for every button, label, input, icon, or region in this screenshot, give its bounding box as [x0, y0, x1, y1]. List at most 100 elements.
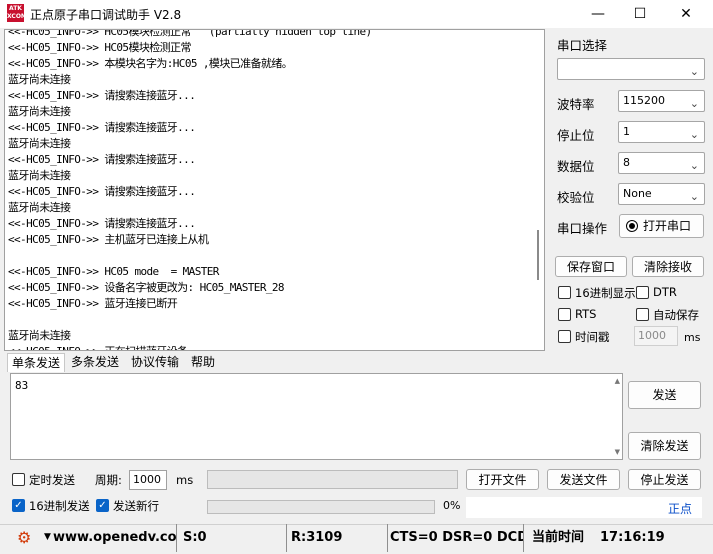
brand-link-area: 正点	[466, 497, 702, 518]
scroll-down-icon[interactable]: ▼	[615, 448, 620, 456]
window-title: 正点原子串口调试助手 V2.8	[30, 8, 182, 22]
current-time-value: 17:16:19	[600, 530, 665, 545]
rts-label: RTS	[575, 307, 597, 321]
maximize-button[interactable]: ☐	[617, 0, 663, 28]
app-logo: ATK XCOM	[7, 4, 27, 22]
logo-text-top: ATK	[9, 5, 22, 12]
chevron-down-icon: ⌄	[689, 190, 699, 203]
gear-dropdown-icon[interactable]: ▼	[44, 532, 51, 542]
log-line: <<-HC05_INFO->> 主机蓝牙已连接上从机	[8, 233, 209, 246]
maximize-icon: ☐	[633, 6, 647, 22]
parity-label: 校验位	[557, 190, 595, 205]
log-line: <<-HC05_INFO->> 请搜索连接蓝牙...	[8, 89, 196, 102]
log-line: <<-HC05_INFO->> HC05模块检测正常	[8, 41, 191, 54]
auto-save-checkbox[interactable]	[636, 308, 649, 321]
period-unit: ms	[176, 473, 194, 487]
current-time-label: 当前时间	[532, 530, 585, 545]
brand-link[interactable]: 正点	[668, 500, 692, 517]
log-line: <<-HC05_INFO->> 设备名字被更改为: HC05_MASTER_28	[8, 281, 285, 294]
received-count: R:3109	[287, 524, 388, 552]
send-newline-checkbox[interactable]: ✓	[96, 499, 109, 512]
minimize-button[interactable]: —	[575, 0, 621, 28]
send-newline-label: 发送新行	[113, 499, 159, 513]
timestamp-ms-input[interactable]: 1000	[634, 326, 678, 346]
timed-send-label: 定时发送	[29, 473, 75, 487]
rts-checkbox[interactable]	[558, 308, 571, 321]
log-line: <<-HC05_INFO->> 本模块名字为:HC05 ,模块已准备就绪。	[8, 57, 293, 70]
period-input[interactable]: 1000	[129, 470, 167, 490]
close-button[interactable]: ✕	[663, 0, 709, 28]
parity-select[interactable]: None ⌄	[618, 183, 705, 205]
send-progress-percent: 0%	[443, 499, 461, 512]
log-line: 蓝牙尚未连接	[8, 137, 71, 150]
parity-value: None	[623, 187, 652, 200]
dtr-label: DTR	[653, 285, 677, 299]
tab-multi-send[interactable]: 多条发送	[67, 353, 123, 372]
receive-log-lines: <<-HC05_INFO->> HC05模块检测正常 (partially hi…	[8, 29, 538, 350]
hex-send-label: 16进制发送	[29, 499, 90, 513]
send-file-button[interactable]: 发送文件	[547, 469, 620, 490]
log-line: <<-HC05_INFO->> HC05 mode = MASTER	[8, 265, 219, 278]
hex-send-checkbox[interactable]: ✓	[12, 499, 25, 512]
open-port-button[interactable]: 打开串口	[619, 214, 704, 238]
timed-send-checkbox[interactable]	[12, 473, 25, 486]
send-progress-bar	[207, 500, 435, 514]
receive-log-scrollbar[interactable]	[537, 230, 539, 280]
data-bits-select[interactable]: 8 ⌄	[618, 152, 705, 174]
log-line: <<-HC05_INFO->> HC05模块检测正常 (partially hi…	[8, 29, 372, 38]
clear-send-button[interactable]: 清除发送	[628, 432, 701, 460]
tab-protocol[interactable]: 协议传输	[127, 353, 183, 372]
open-file-button[interactable]: 打开文件	[466, 469, 539, 490]
timestamp-ms-unit: ms	[684, 331, 701, 344]
log-line: <<-HC05_INFO->> 请搜索连接蓝牙...	[8, 217, 196, 230]
clear-receive-button[interactable]: 清除接收	[632, 256, 704, 277]
website-url: www.openedv.com	[53, 524, 177, 552]
chevron-down-icon: ⌄	[689, 97, 699, 110]
tab-single-send[interactable]: 单条发送	[7, 353, 66, 372]
tab-help[interactable]: 帮助	[187, 353, 219, 372]
log-line: <<-HC05_INFO->> 请搜索连接蓝牙...	[8, 153, 196, 166]
send-button[interactable]: 发送	[628, 381, 701, 409]
period-label: 周期:	[95, 473, 122, 487]
stop-bits-label: 停止位	[557, 128, 595, 143]
scroll-up-icon[interactable]: ▲	[615, 377, 620, 385]
gear-icon[interactable]: ⚙	[17, 529, 34, 546]
timestamp-checkbox[interactable]	[558, 330, 571, 343]
sent-count: S:0	[179, 524, 287, 552]
send-input[interactable]: 83 ▲ ▼	[10, 373, 623, 460]
port-select[interactable]: ⌄	[557, 58, 705, 80]
log-line: 蓝牙尚未连接	[8, 105, 71, 118]
data-bits-value: 8	[623, 156, 630, 169]
radio-indicator-icon	[626, 220, 638, 232]
minimize-icon: —	[591, 6, 605, 22]
stop-bits-select[interactable]: 1 ⌄	[618, 121, 705, 143]
receive-log[interactable]: <<-HC05_INFO->> HC05模块检测正常 (partially hi…	[4, 29, 545, 351]
log-line: <<-HC05_INFO->> 请搜索连接蓝牙...	[8, 185, 196, 198]
log-line: 蓝牙尚未连接	[8, 329, 71, 342]
save-window-button[interactable]: 保存窗口	[555, 256, 627, 277]
stop-bits-value: 1	[623, 125, 630, 138]
line-signals: CTS=0 DSR=0 DCD=	[390, 524, 524, 552]
timestamp-label: 时间戳	[575, 330, 610, 344]
auto-save-label: 自动保存	[653, 308, 699, 322]
chevron-down-icon: ⌄	[689, 128, 699, 141]
hex-display-label: 16进制显示	[575, 286, 636, 300]
file-path-box	[207, 470, 458, 489]
port-select-label: 串口选择	[557, 38, 608, 53]
log-line: <<-HC05_INFO->> 蓝牙连接已断开	[8, 297, 178, 310]
port-operation-label: 串口操作	[557, 221, 608, 236]
stop-send-button[interactable]: 停止发送	[628, 469, 701, 490]
dtr-checkbox[interactable]	[636, 286, 649, 299]
close-icon: ✕	[680, 6, 692, 22]
baud-rate-select[interactable]: 115200 ⌄	[618, 90, 705, 112]
logo-text-bottom: XCOM	[7, 13, 27, 20]
open-port-label: 打开串口	[643, 219, 692, 233]
send-input-text: 83	[15, 379, 29, 392]
hex-display-checkbox[interactable]	[558, 286, 571, 299]
data-bits-label: 数据位	[557, 159, 595, 174]
log-line: 蓝牙尚未连接	[8, 201, 71, 214]
chevron-down-icon: ⌄	[689, 65, 699, 78]
log-line: <<-HC05_INFO->> 正在扫描蓝牙设备...	[8, 344, 538, 350]
chevron-down-icon: ⌄	[689, 159, 699, 172]
